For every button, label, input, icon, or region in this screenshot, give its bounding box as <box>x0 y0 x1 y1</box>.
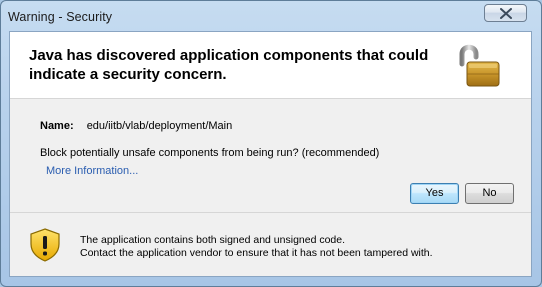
footer-line-2: Contact the application vendor to ensure… <box>80 247 433 259</box>
details-panel: Name: edu/iitb/vlab/deployment/Main Bloc… <box>10 99 531 210</box>
close-button[interactable] <box>484 4 527 22</box>
block-question: Block potentially unsafe components from… <box>40 147 380 159</box>
close-icon <box>500 8 512 19</box>
dialog-client-area: Java has discovered application componen… <box>9 31 532 277</box>
name-row: Name: edu/iitb/vlab/deployment/Main <box>40 120 232 132</box>
header-panel: Java has discovered application componen… <box>10 32 531 99</box>
footer-line-1: The application contains both signed and… <box>80 234 346 246</box>
yes-button[interactable]: Yes <box>410 183 459 204</box>
more-information-link[interactable]: More Information... <box>46 165 138 177</box>
headline: Java has discovered application componen… <box>29 47 429 83</box>
warning-shield-icon <box>30 228 60 262</box>
title-bar[interactable]: Warning - Security <box>1 1 541 35</box>
security-warning-dialog: Warning - Security Java has discovered a… <box>0 0 542 287</box>
footer-panel: The application contains both signed and… <box>10 213 531 276</box>
name-label: Name: <box>40 120 74 132</box>
name-value: edu/iitb/vlab/deployment/Main <box>86 120 233 132</box>
unlocked-padlock-icon <box>459 44 500 87</box>
no-button[interactable]: No <box>465 183 514 204</box>
window-title: Warning - Security <box>8 10 113 24</box>
footer-message: The application contains both signed and… <box>80 234 433 260</box>
